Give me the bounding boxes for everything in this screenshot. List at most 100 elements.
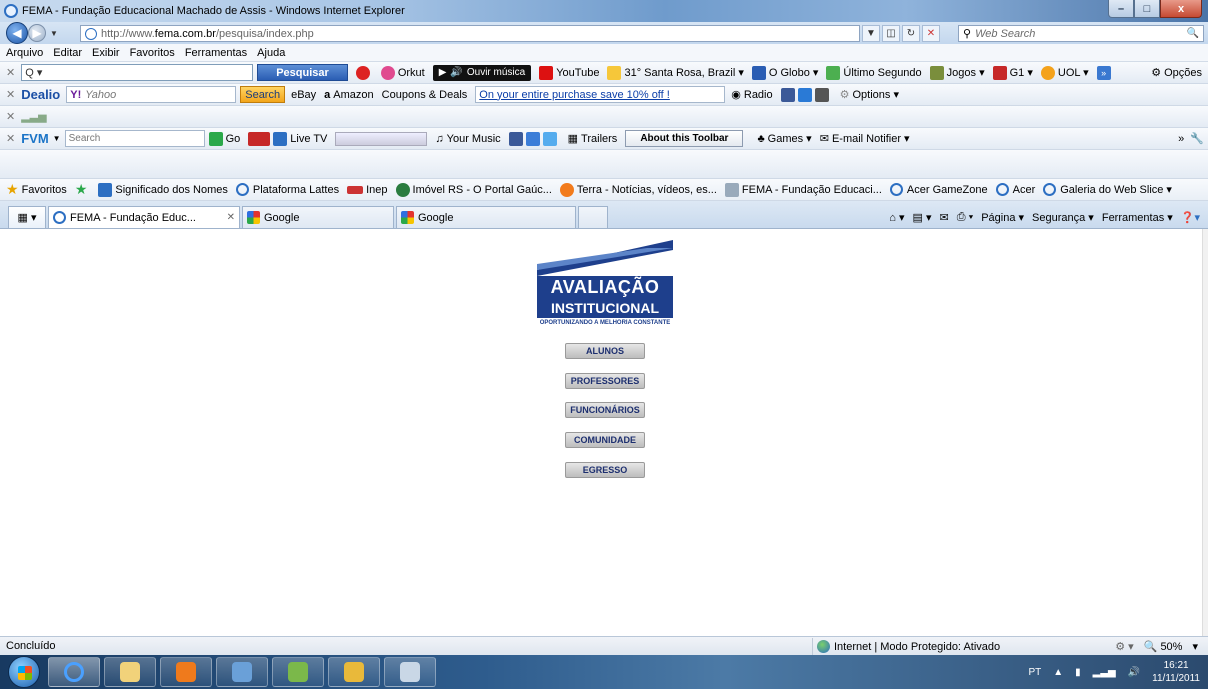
promo-dropdown[interactable]: On your entire purchase save 10% off !	[475, 86, 726, 103]
language-indicator[interactable]: PT	[1028, 667, 1041, 678]
tab-google-2[interactable]: Google	[396, 206, 576, 228]
web-search-box[interactable]: ⚲ Web Search 🔍	[958, 25, 1204, 42]
taskbar-mail[interactable]	[328, 657, 380, 687]
favorites-button[interactable]: ★ Favoritos	[6, 181, 67, 198]
address-dropdown-icon[interactable]: ▼	[862, 25, 880, 42]
menu-editar[interactable]: Editar	[53, 47, 82, 59]
zoom-dropdown-icon[interactable]: ▾	[1192, 640, 1198, 653]
volume-icon[interactable]: 🔊	[450, 67, 462, 78]
ultimo-segundo-link[interactable]: Último Segundo	[826, 65, 922, 80]
youtube-link[interactable]: YouTube	[539, 65, 599, 80]
menu-ajuda[interactable]: Ajuda	[257, 47, 285, 59]
jogos-link[interactable]: Jogos ▾	[929, 65, 985, 80]
ask-search-input[interactable]: Q ▾	[21, 64, 254, 81]
close-toolbar-icon[interactable]: ✕	[6, 66, 15, 79]
home-icon[interactable]: ⌂ ▾	[889, 211, 904, 224]
protected-mode-icon[interactable]: ⚙ ▾	[1115, 640, 1133, 653]
chat-icon[interactable]	[525, 131, 540, 146]
stop-icon[interactable]: ✕	[922, 25, 940, 42]
oglobo-link[interactable]: O Globo ▾	[751, 65, 818, 80]
email-notifier-link[interactable]: ✉ E-mail Notifier ▾	[820, 132, 910, 145]
orkut-link[interactable]: Orkut	[380, 65, 425, 80]
vertical-scrollbar[interactable]	[1202, 229, 1208, 636]
player-slider[interactable]	[335, 131, 428, 146]
coupons-link[interactable]: Coupons & Deals	[382, 89, 468, 101]
fav-lattes[interactable]: Plataforma Lattes	[235, 183, 339, 196]
fav-web-slice[interactable]: Galeria do Web Slice ▾	[1043, 183, 1172, 196]
taskbar-ie[interactable]	[48, 657, 100, 687]
comunidade-button[interactable]: COMUNIDADE	[565, 432, 645, 448]
live-tv-link[interactable]: Live TV	[248, 131, 327, 146]
yahoo-search-input[interactable]: Y! Yahoo	[66, 86, 237, 103]
music-player[interactable]: ▶ 🔊 Ouvir música	[432, 64, 532, 81]
taskbar-games[interactable]	[272, 657, 324, 687]
clock[interactable]: 16:21 11/11/2011	[1152, 659, 1200, 685]
feeds-icon[interactable]: ▤ ▾	[913, 211, 932, 224]
add-favorite-icon[interactable]: ★	[75, 181, 91, 198]
taskbar-paint[interactable]	[216, 657, 268, 687]
menu-ferramentas[interactable]: Ferramentas	[185, 47, 247, 59]
amazon-link[interactable]: a Amazon	[324, 89, 373, 101]
alunos-button[interactable]: ALUNOS	[565, 343, 645, 359]
ask-logo[interactable]	[355, 65, 373, 80]
games-link[interactable]: ♣ Games ▾	[757, 132, 811, 146]
facebook-icon[interactable]	[508, 131, 523, 146]
volume-icon[interactable]: 🔊	[1128, 667, 1140, 678]
security-zone[interactable]: Internet | Modo Protegido: Ativado	[812, 638, 1000, 655]
battery-icon[interactable]: ▮	[1075, 667, 1081, 678]
help-icon[interactable]: ❓▾	[1181, 211, 1200, 224]
search-go-icon[interactable]: 🔍	[1187, 28, 1199, 39]
go-button[interactable]: Go	[208, 131, 240, 146]
fav-inep[interactable]: Inep	[347, 184, 388, 196]
zoom-level[interactable]: 🔍 50%	[1144, 640, 1183, 653]
tab-fema[interactable]: FEMA - Fundação Educ... ✕	[48, 206, 240, 228]
radio-link[interactable]: ◉ Radio	[731, 88, 772, 102]
fav-significado[interactable]: Significado dos Nomes	[98, 182, 228, 197]
menu-arquivo[interactable]: Arquivo	[6, 47, 43, 59]
blog-icon[interactable]	[797, 87, 812, 102]
taskbar-art[interactable]	[384, 657, 436, 687]
fav-acer[interactable]: Acer	[995, 183, 1035, 196]
wrench-icon[interactable]: 🔧	[1190, 132, 1204, 145]
play-icon[interactable]: ▶	[439, 67, 447, 78]
fvm-dropdown-icon[interactable]: ▼	[53, 134, 61, 143]
start-button[interactable]	[8, 656, 40, 688]
weather-link[interactable]: 31° Santa Rosa, Brazil ▾	[607, 65, 744, 80]
close-tab-icon[interactable]: ✕	[227, 212, 235, 223]
taskbar-media[interactable]	[160, 657, 212, 687]
player-controls[interactable]	[335, 131, 428, 146]
trailers-link[interactable]: ▦ Trailers	[568, 132, 618, 146]
fav-terra[interactable]: Terra - Notícias, vídeos, es...	[559, 182, 717, 197]
fvm-logo[interactable]: FVM	[21, 131, 48, 146]
minimize-button[interactable]: –	[1108, 0, 1134, 18]
back-button[interactable]: ◀	[6, 22, 28, 44]
app-icon[interactable]	[814, 87, 829, 102]
taskbar-explorer[interactable]	[104, 657, 156, 687]
maximize-button[interactable]: □	[1134, 0, 1160, 18]
about-toolbar-button[interactable]: About this Toolbar	[625, 130, 744, 147]
tray-expand-icon[interactable]: ▲	[1053, 667, 1063, 678]
dealio-options[interactable]: ⚙ Options ▾	[840, 88, 899, 101]
professores-button[interactable]: PROFESSORES	[565, 373, 645, 389]
your-music-link[interactable]: ♫ Your Music	[435, 133, 500, 145]
tab-google-1[interactable]: Google	[242, 206, 394, 228]
dealio-logo[interactable]: Dealio	[21, 87, 60, 102]
fav-fema[interactable]: FEMA - Fundação Educaci...	[724, 182, 882, 197]
dealio-search-button[interactable]: Search	[240, 86, 286, 103]
mail-icon[interactable]: ✉	[940, 211, 949, 224]
ebay-link[interactable]: eBay	[291, 89, 316, 101]
window-title-bar[interactable]: FEMA - Fundação Educacional Machado de A…	[0, 0, 1208, 22]
uol-link[interactable]: UOL ▾	[1040, 65, 1089, 80]
funcionarios-button[interactable]: FUNCIONÁRIOS	[565, 402, 645, 418]
chevron-right-icon[interactable]: »	[1178, 133, 1184, 145]
history-dropdown-icon[interactable]: ▼	[50, 29, 58, 38]
close-toolbar-icon[interactable]: ✕	[6, 88, 15, 101]
menu-favoritos[interactable]: Favoritos	[130, 47, 175, 59]
close-toolbar-icon[interactable]: ✕	[6, 132, 15, 145]
forward-button[interactable]: ▶	[28, 24, 46, 42]
egresso-button[interactable]: EGRESSO	[565, 462, 645, 478]
twitter-icon[interactable]	[542, 131, 557, 146]
close-button[interactable]: x	[1160, 0, 1202, 18]
toolbar-extra[interactable]: » 🔧	[1178, 132, 1204, 146]
security-menu[interactable]: Segurança ▾	[1032, 211, 1094, 224]
